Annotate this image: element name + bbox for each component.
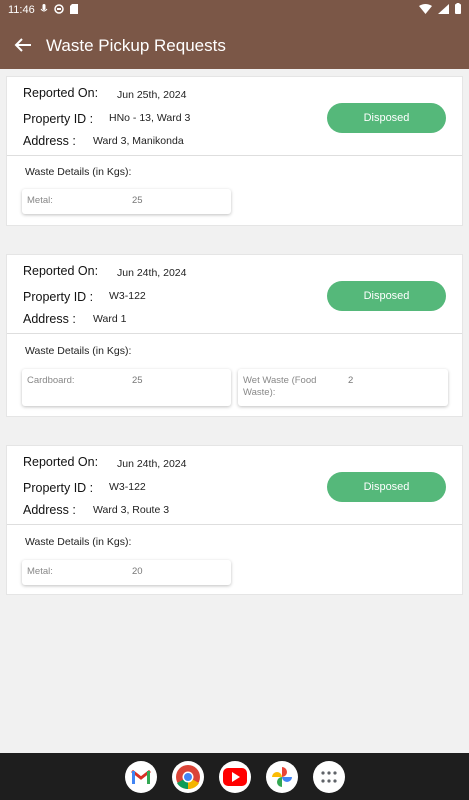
reported-on-value: Jun 24th, 2024 xyxy=(117,458,187,470)
reported-on-label: Reported On: xyxy=(23,264,99,278)
address-label: Address : xyxy=(23,503,76,517)
mic-icon xyxy=(40,4,48,12)
chrome-icon[interactable] xyxy=(172,761,204,793)
request-card: Reported On: Jun 24th, 2024 Property ID … xyxy=(6,254,463,417)
youtube-icon[interactable] xyxy=(219,761,251,793)
address-value: Ward 3, Route 3 xyxy=(93,504,170,516)
waste-type: Cardboard: xyxy=(27,375,75,386)
reported-on-value: Jun 25th, 2024 xyxy=(117,89,187,101)
property-id-value: HNo - 13, Ward 3 xyxy=(109,112,191,124)
status-bar: 11:46 xyxy=(0,0,469,20)
reported-on-label: Reported On: xyxy=(23,86,99,100)
property-id-value: W3-122 xyxy=(109,481,146,493)
property-id-label: Property ID : xyxy=(23,481,94,495)
waste-item: Wet Waste (Food Waste): 2 xyxy=(238,369,448,406)
reported-on-value: Jun 24th, 2024 xyxy=(117,267,187,279)
waste-type: Metal: xyxy=(27,566,53,577)
sync-icon xyxy=(54,4,64,14)
waste-quantity: 20 xyxy=(132,566,143,577)
notification-icons xyxy=(40,4,78,14)
photos-icon[interactable] xyxy=(266,761,298,793)
address-value: Ward 1 xyxy=(93,313,127,325)
system-dock xyxy=(0,753,469,800)
status-badge[interactable]: Disposed xyxy=(327,103,446,133)
page-title: Waste Pickup Requests xyxy=(46,36,226,55)
app-drawer-icon[interactable] xyxy=(313,761,345,793)
system-icons xyxy=(419,3,461,14)
property-id-label: Property ID : xyxy=(23,112,94,126)
waste-quantity: 25 xyxy=(132,375,143,386)
waste-details-title: Waste Details (in Kgs): xyxy=(25,345,132,357)
waste-details-title: Waste Details (in Kgs): xyxy=(25,166,132,178)
request-card-header: Reported On: Jun 24th, 2024 Property ID … xyxy=(7,446,462,525)
request-card: Reported On: Jun 25th, 2024 Property ID … xyxy=(6,76,463,226)
signal-icon xyxy=(438,3,449,14)
status-badge[interactable]: Disposed xyxy=(327,281,446,311)
address-value: Ward 3, Manikonda xyxy=(93,135,184,147)
sim-card-icon xyxy=(70,4,78,14)
request-card-header: Reported On: Jun 24th, 2024 Property ID … xyxy=(7,255,462,334)
property-id-label: Property ID : xyxy=(23,290,94,304)
waste-type: Wet Waste (Food Waste): xyxy=(243,375,317,398)
waste-details-title: Waste Details (in Kgs): xyxy=(25,536,132,548)
waste-quantity: 2 xyxy=(348,375,354,386)
status-time: 11:46 xyxy=(8,4,35,16)
battery-icon xyxy=(455,3,461,14)
waste-item: Metal: 25 xyxy=(22,189,231,214)
property-id-value: W3-122 xyxy=(109,290,146,302)
waste-quantity: 25 xyxy=(132,195,143,206)
gmail-icon[interactable] xyxy=(125,761,157,793)
waste-type: Metal: xyxy=(27,195,53,206)
reported-on-label: Reported On: xyxy=(23,455,99,469)
waste-item: Metal: 20 xyxy=(22,560,231,585)
back-arrow-icon[interactable] xyxy=(12,34,34,56)
request-card-header: Reported On: Jun 25th, 2024 Property ID … xyxy=(7,77,462,156)
address-label: Address : xyxy=(23,312,76,326)
address-label: Address : xyxy=(23,134,76,148)
status-badge[interactable]: Disposed xyxy=(327,472,446,502)
app-header: 11:46 Waste Pickup Requests xyxy=(0,0,469,69)
waste-item: Cardboard: 25 xyxy=(22,369,231,406)
request-card: Reported On: Jun 24th, 2024 Property ID … xyxy=(6,445,463,595)
wifi-icon xyxy=(419,3,432,14)
